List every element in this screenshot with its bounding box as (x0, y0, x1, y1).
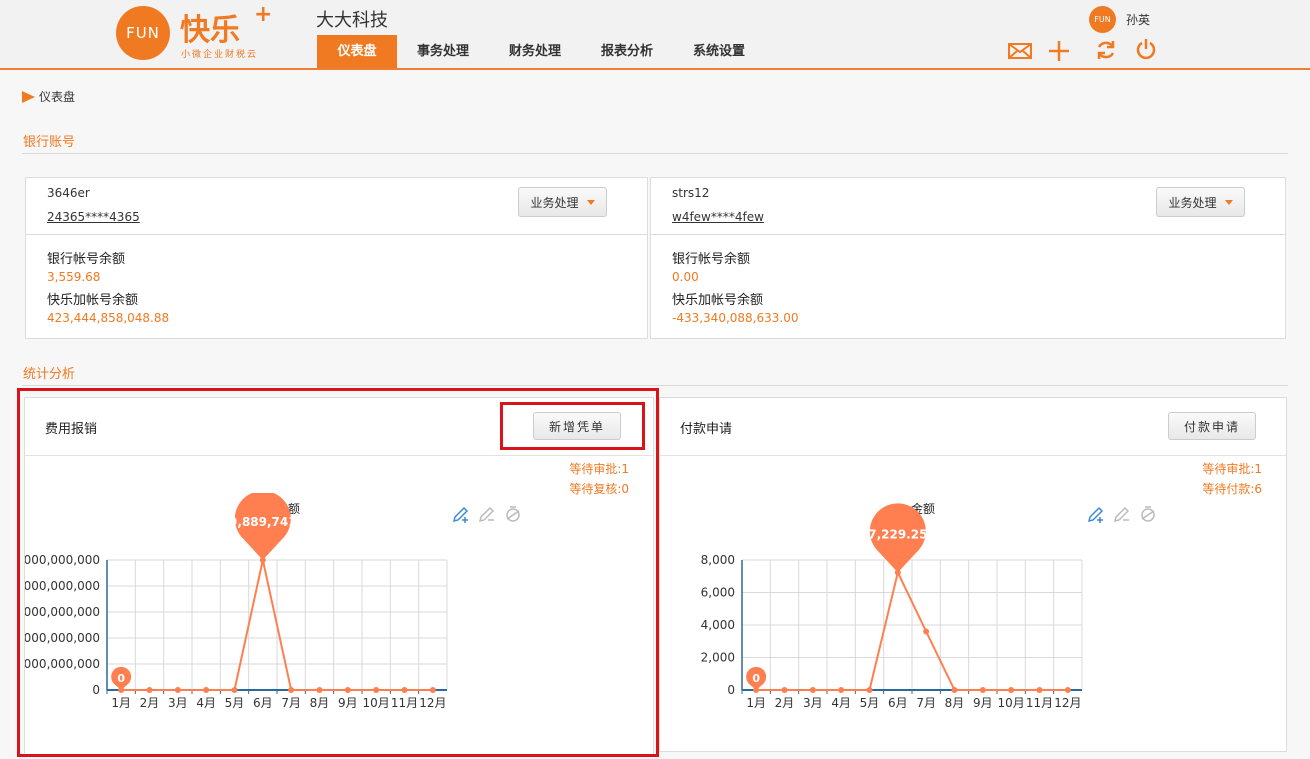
bank-section-title: 银行账号 (23, 135, 76, 150)
business-dropdown-button[interactable]: 业务处理 (518, 187, 607, 217)
card-divider (26, 234, 647, 235)
logo-text: 快乐 (180, 13, 240, 48)
stats-section-title: 统计分析 (23, 367, 76, 382)
bank-card-1: 3646er 24365****4365 业务处理 银行帐号余额 3,559.6… (25, 177, 648, 339)
highlight-box-button (500, 402, 645, 450)
bank-card-account[interactable]: 24365****4365 (47, 210, 140, 224)
x-tick-label: 1月 (746, 696, 766, 710)
marker-label: 0 (752, 672, 760, 685)
x-tick-label: 4月 (831, 696, 851, 710)
logo-badge: FUN (116, 6, 170, 60)
refresh-icon[interactable] (1093, 37, 1119, 63)
bank-balance-value: 0.00 (672, 270, 699, 284)
card-divider (651, 234, 1285, 235)
logo-plus: + (254, 2, 273, 27)
data-point (781, 687, 788, 693)
payment-panel: 付款申请 付款申请 等待审批:1 等待付款:6 0 2,000 4,000 6,000… (659, 397, 1287, 752)
kl-balance-value: 423,444,858,048.88 (47, 311, 170, 325)
business-dropdown-label: 业务处理 (530, 195, 579, 210)
company-name: 大大科技 (316, 10, 388, 31)
breadcrumb-arrow-icon (22, 90, 35, 103)
kl-balance-label: 快乐加帐号余额 (672, 293, 764, 308)
payment-chart: 0 2,000 4,000 6,000 8,000 1月 2月 3月 4月 5月 6月 7月 8月 9月 1… (701, 501, 1083, 710)
x-tick-label: 6月 (888, 696, 908, 710)
bank-card-2: strs12 w4few****4few 业务处理 银行帐号余额 0.00 快乐… (650, 177, 1286, 339)
bank-section-divider (22, 153, 1288, 154)
y-tick-label: 0 (727, 683, 735, 697)
kl-balance-value: -433,340,088,633.00 (672, 311, 799, 325)
business-dropdown-button[interactable]: 业务处理 (1156, 187, 1245, 217)
pending-approval[interactable]: 等待审批:1 (1202, 460, 1262, 477)
data-point (866, 687, 873, 693)
x-tick-label: 2月 (775, 696, 795, 710)
bank-card-name: strs12 (672, 186, 710, 200)
data-point (1036, 687, 1043, 693)
payment-panel-title: 付款申请 (680, 422, 733, 437)
stats-section-divider (22, 385, 1288, 386)
plus-icon[interactable] (1046, 38, 1072, 64)
user-name[interactable]: 孙英 (1126, 11, 1150, 28)
business-dropdown-label: 业务处理 (1168, 195, 1217, 210)
bank-balance-value: 3,559.68 (47, 270, 101, 284)
bank-balance-label: 银行帐号余额 (47, 252, 126, 267)
payment-request-button[interactable]: 付款申请 (1168, 412, 1256, 440)
data-point (809, 687, 816, 693)
x-tick-label: 12月 (1054, 696, 1081, 710)
logo-subtitle: 小微企业财税云 (181, 50, 259, 60)
panel-divider (660, 455, 1286, 456)
main-nav: 仪表盘 事务处理 财务处理 报表分析 系统设置 (317, 35, 765, 68)
y-tick-label: 4,000 (701, 618, 735, 632)
bank-card-account[interactable]: w4few****4few (672, 210, 764, 224)
nav-reports[interactable]: 报表分析 (581, 35, 673, 68)
nav-settings[interactable]: 系统设置 (673, 35, 765, 68)
avatar[interactable]: FUN (1089, 6, 1116, 33)
bank-card-name: 3646er (47, 186, 90, 200)
marker-label: 7,229.25 (868, 528, 927, 542)
data-point (1064, 687, 1071, 693)
breadcrumb-label[interactable]: 仪表盘 (39, 88, 75, 105)
caret-down-icon (586, 199, 595, 205)
breadcrumb: 仪表盘 (22, 88, 75, 105)
y-tick-label: 2,000 (701, 651, 735, 665)
x-tick-label: 11月 (1026, 696, 1053, 710)
x-tick-label: 8月 (945, 696, 965, 710)
data-point (979, 687, 986, 693)
x-tick-label: 7月 (916, 696, 936, 710)
power-icon[interactable] (1133, 36, 1159, 62)
data-point (923, 628, 930, 635)
caret-down-icon (1224, 199, 1233, 205)
mail-icon[interactable] (1007, 38, 1033, 64)
y-tick-label: 6,000 (701, 586, 735, 600)
data-point (1008, 687, 1015, 693)
data-point (838, 687, 845, 693)
nav-dashboard[interactable]: 仪表盘 (317, 35, 397, 68)
x-tick-label: 5月 (860, 696, 880, 710)
data-point (951, 687, 958, 693)
bank-balance-label: 银行帐号余额 (672, 252, 751, 267)
kl-balance-label: 快乐加帐号余额 (47, 293, 139, 308)
nav-finance[interactable]: 财务处理 (489, 35, 581, 68)
nav-transactions[interactable]: 事务处理 (397, 35, 489, 68)
x-tick-label: 9月 (973, 696, 993, 710)
x-tick-label: 3月 (803, 696, 823, 710)
top-header: FUN 快乐 + 小微企业财税云 大大科技 仪表盘 事务处理 财务处理 报表分析… (0, 0, 1310, 70)
y-tick-label: 8,000 (701, 553, 735, 567)
x-tick-label: 10月 (998, 696, 1025, 710)
